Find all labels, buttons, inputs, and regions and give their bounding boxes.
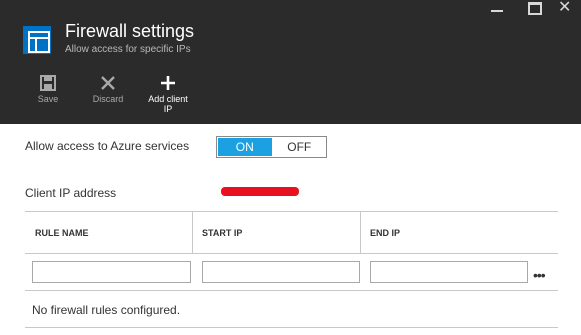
close-icon[interactable]: ✕ [558, 0, 576, 16]
maximize-icon[interactable] [526, 2, 544, 15]
discard-button[interactable]: Discard [78, 74, 138, 104]
add-client-ip-button[interactable]: Add client IP [138, 74, 198, 114]
client-ip-redacted-value [221, 187, 299, 196]
azure-access-label: Allow access to Azure services [25, 139, 190, 153]
save-button[interactable]: Save [18, 74, 78, 104]
table-header: RULE NAME START IP END IP [25, 211, 558, 254]
column-end-ip: END IP [360, 212, 540, 253]
save-icon [18, 74, 78, 92]
minimize-icon[interactable] [488, 2, 506, 14]
start-ip-input[interactable] [202, 261, 360, 283]
new-rule-row: ••• [25, 254, 558, 291]
add-client-ip-label: Add client IP [148, 94, 188, 114]
firewall-blade-icon [23, 26, 51, 54]
blade-subtitle: Allow access for specific IPs [65, 44, 191, 55]
end-ip-input[interactable] [370, 261, 528, 283]
rule-name-input[interactable] [32, 261, 191, 283]
plus-icon [138, 74, 198, 92]
discard-label: Discard [92, 94, 124, 104]
toggle-off-option[interactable]: OFF [272, 137, 326, 157]
azure-access-toggle[interactable]: ON OFF [216, 136, 327, 158]
save-label: Save [37, 94, 59, 104]
blade-title: Firewall settings [65, 21, 195, 41]
column-rule-name: RULE NAME [35, 227, 89, 238]
empty-message: No firewall rules configured. [32, 303, 181, 317]
firewall-rules-table: RULE NAME START IP END IP ••• No firewal… [25, 211, 558, 328]
toggle-on-option[interactable]: ON [218, 138, 272, 156]
empty-state-row: No firewall rules configured. [25, 291, 558, 328]
client-ip-label: Client IP address [25, 186, 117, 200]
blade-header: Firewall settings Allow access for speci… [0, 0, 581, 124]
column-start-ip: START IP [192, 212, 360, 253]
discard-icon [78, 74, 138, 92]
ellipsis-icon[interactable]: ••• [533, 267, 546, 283]
